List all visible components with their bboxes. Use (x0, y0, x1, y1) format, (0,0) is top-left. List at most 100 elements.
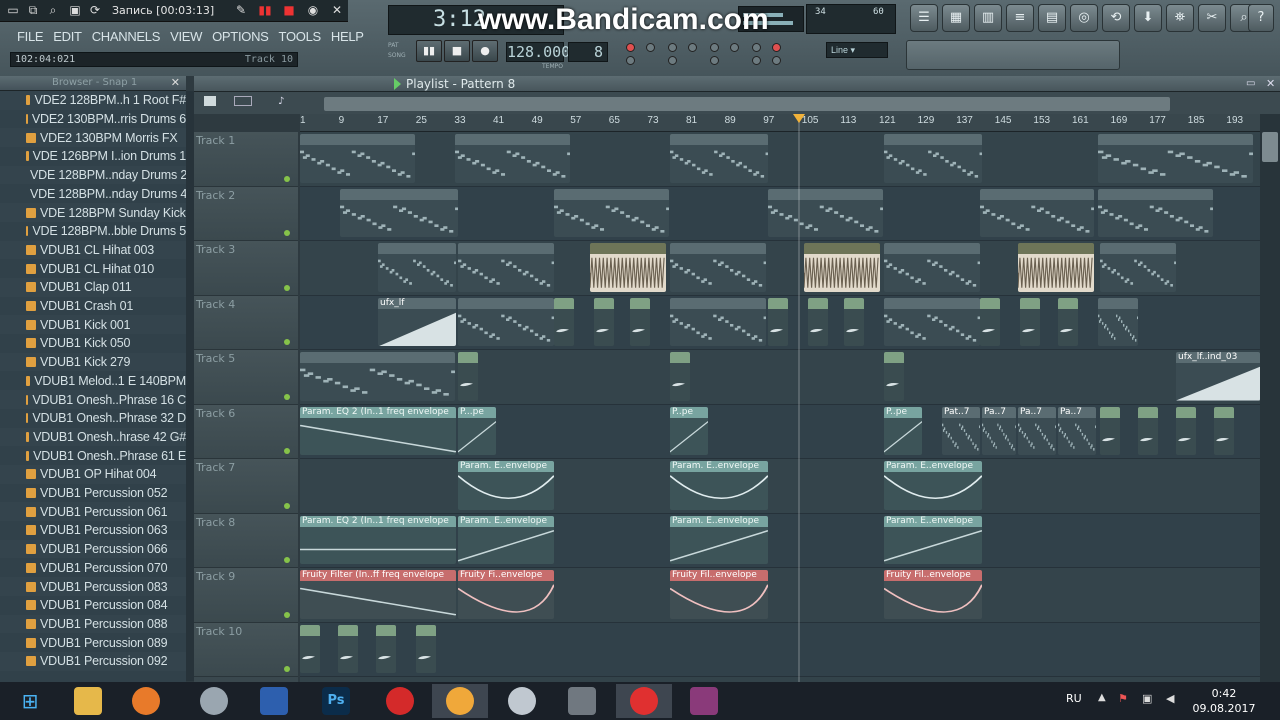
pattern-clip[interactable] (1098, 134, 1253, 183)
automation-clip[interactable]: Param. E..envelope (458, 515, 554, 564)
vertical-scrollbar[interactable] (1260, 114, 1280, 682)
sample-clip[interactable] (416, 624, 436, 673)
start-button[interactable]: ⊞ (2, 684, 58, 718)
overdub-toggle[interactable] (772, 43, 781, 52)
browser-item[interactable]: VDUB1 CL Hihat 003 (0, 240, 186, 260)
browser-item[interactable]: VDUB1 Percussion 061 (0, 502, 186, 522)
wait-toggle[interactable] (646, 43, 655, 52)
browser-item[interactable]: VDE2 130BPM Morris FX (0, 128, 186, 148)
sample-clip[interactable] (594, 297, 614, 346)
refresh-icon[interactable]: ⟳ (88, 3, 102, 17)
track-header[interactable]: Track 9 (194, 568, 298, 623)
sample-clip[interactable] (768, 297, 788, 346)
taskbar-app9[interactable] (554, 684, 610, 718)
browser-item[interactable]: VDUB1 Percussion 088 (0, 614, 186, 634)
pattern-clip[interactable] (300, 134, 415, 183)
track-header[interactable]: Track 10 (194, 622, 298, 677)
track-mute-led[interactable] (284, 557, 290, 563)
pattern-clip[interactable] (884, 134, 982, 183)
track-header[interactable]: Track 2 (194, 186, 298, 241)
pattern-clip[interactable] (455, 134, 570, 183)
taskbar-app6[interactable] (372, 684, 428, 718)
taskbar-media[interactable] (118, 684, 174, 718)
taskbar-app8[interactable] (494, 684, 550, 718)
piano-roll-icon[interactable]: ▦ (942, 4, 970, 32)
typing-keyboard-toggle[interactable] (752, 43, 761, 52)
blend-toggle[interactable] (688, 43, 697, 52)
browser-item[interactable]: VDUB1 Percussion 070 (0, 559, 186, 578)
browser-item[interactable]: VDUB1 Percussion 084 (0, 596, 186, 615)
sample-clip[interactable] (376, 624, 396, 673)
sample-clip[interactable] (1020, 297, 1040, 346)
pattern-clip[interactable] (1098, 297, 1138, 346)
sample-clip[interactable] (1058, 297, 1078, 346)
song-pos-toggle[interactable] (772, 56, 781, 65)
metronome-toggle[interactable] (626, 43, 635, 52)
pattern-clip[interactable]: Pa..7 (1058, 406, 1096, 455)
browser-item[interactable]: VDUB1 Percussion 089 (0, 633, 186, 652)
audio-clip[interactable] (804, 243, 880, 292)
audio-clip[interactable] (1018, 243, 1094, 292)
audio-editor-icon[interactable]: ▤ (1038, 4, 1066, 32)
sample-clip[interactable] (980, 297, 1000, 346)
sample-clip[interactable] (1100, 406, 1120, 455)
network-icon[interactable]: ▣ (1142, 692, 1152, 705)
track-mute-led[interactable] (284, 284, 290, 291)
browser-item[interactable]: VDUB1 Clap 011 (0, 278, 186, 297)
restore-icon[interactable]: ⧉ (26, 3, 40, 17)
pattern-clip[interactable] (458, 297, 554, 346)
maximize-icon[interactable]: ▭ (1246, 78, 1255, 89)
audio-clip[interactable] (590, 243, 666, 292)
automation-clip[interactable]: Fruity Fil..envelope (670, 570, 768, 619)
taskbar-winrar[interactable] (676, 684, 732, 718)
automation-clip[interactable]: P..pe (884, 406, 922, 455)
close-icon[interactable]: ✕ (1266, 77, 1275, 90)
menu-channels[interactable]: CHANNELS (87, 27, 165, 47)
tempo-display[interactable]: 128.000 (506, 42, 570, 62)
sample-clip[interactable] (1138, 406, 1158, 455)
browser-item[interactable]: VDE 128BPM..bble Drums 5 (0, 222, 186, 241)
snap-icon[interactable] (234, 96, 252, 106)
automation-clip[interactable]: Param. EQ 2 (In..1 freq envelope (300, 406, 456, 455)
tray-chevron-icon[interactable]: ▲ (1098, 692, 1106, 703)
browser-item[interactable]: VDUB1 Percussion 063 (0, 521, 186, 540)
sample-clip[interactable] (1176, 406, 1196, 455)
sample-clip[interactable] (844, 297, 864, 346)
browser-item[interactable]: VDUB1 Onesh..Phrase 16 C (0, 390, 186, 409)
track-header[interactable]: Track 6 (194, 404, 298, 459)
playlist-icon[interactable]: ☰ (910, 4, 938, 32)
automation-clip[interactable]: P..pe (670, 406, 708, 455)
pencil-icon[interactable]: ✎ (234, 3, 248, 17)
camera-icon[interactable]: ◉ (306, 3, 320, 17)
sample-clip[interactable] (808, 297, 828, 346)
undo-icon[interactable]: ⟲ (1102, 4, 1130, 32)
pattern-clip[interactable] (1100, 243, 1176, 292)
pattern-clip[interactable] (554, 188, 669, 237)
pause-record-icon[interactable]: ▮▮ (258, 3, 272, 17)
wait-input-toggle[interactable] (668, 56, 677, 65)
playhead-marker[interactable] (793, 114, 805, 123)
browser-item[interactable]: VDUB1 Crash 01 (0, 297, 186, 316)
automation-clip[interactable]: P...pe (458, 406, 496, 455)
pattern-clip[interactable] (300, 352, 455, 401)
playhead[interactable] (798, 114, 800, 682)
automation-clip[interactable]: Param. E..envelope (884, 515, 982, 564)
browser-item[interactable]: VDUB1 Kick 279 (0, 352, 186, 372)
close-icon[interactable]: ✕ (330, 3, 344, 17)
picker-icon[interactable] (204, 96, 216, 106)
stop-button[interactable]: ■ (444, 40, 470, 62)
record-button[interactable]: ● (472, 40, 498, 62)
sample-clip[interactable] (458, 352, 478, 401)
sample-clip[interactable] (884, 352, 904, 401)
mixer-icon[interactable]: ≡ (1006, 4, 1034, 32)
play-arrow-icon[interactable] (394, 78, 401, 90)
browser-item[interactable]: VDUB1 Percussion 083 (0, 577, 186, 596)
pattern-clip[interactable] (670, 243, 766, 292)
mute-toggle[interactable] (710, 56, 719, 65)
pattern-clip[interactable]: Pa..7 (982, 406, 1016, 455)
security-icon[interactable]: ⚑ (1118, 692, 1128, 705)
language-indicator[interactable]: RU (1066, 692, 1082, 705)
search-icon[interactable]: ⌕ (46, 3, 60, 17)
sample-clip[interactable] (670, 352, 690, 401)
menu-file[interactable]: FILE (12, 27, 48, 47)
